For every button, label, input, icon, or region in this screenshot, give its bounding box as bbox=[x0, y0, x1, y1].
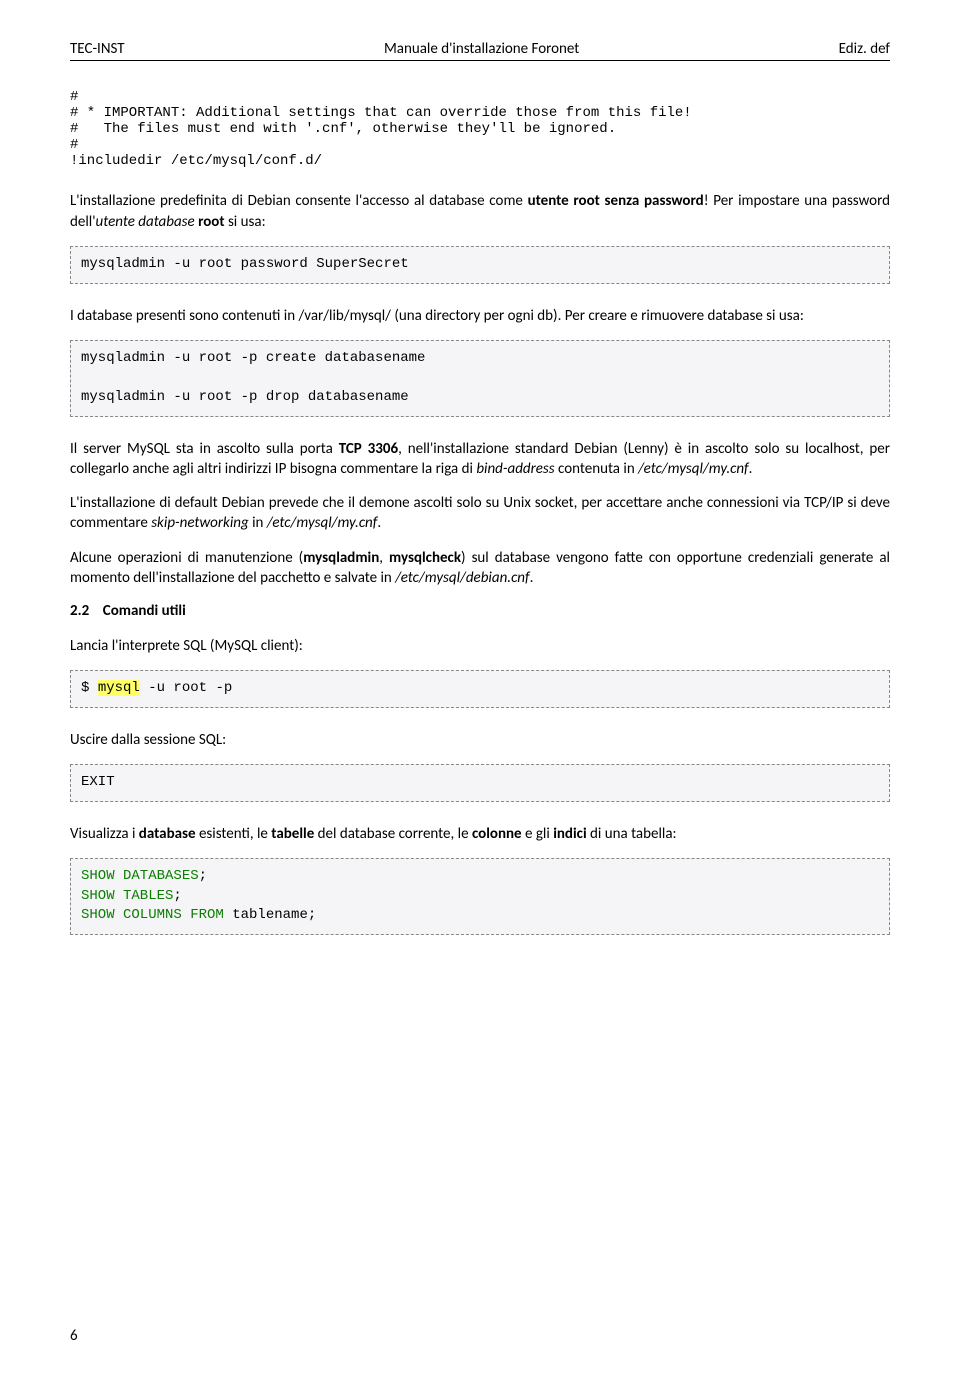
paragraph: Visualizza i database esistenti, le tabe… bbox=[70, 824, 890, 844]
paragraph: Il server MySQL sta in ascolto sulla por… bbox=[70, 439, 890, 480]
code-text: $ bbox=[81, 680, 98, 696]
section-heading: 2.2 Comandi utili bbox=[70, 602, 890, 620]
code-text: EXIT bbox=[81, 774, 115, 790]
header-center: Manuale d'installazione Foronet bbox=[125, 40, 839, 58]
text-italic: utente database bbox=[96, 213, 195, 231]
code-keyword: SHOW DATABASES bbox=[81, 868, 199, 884]
code-text: -u root -p bbox=[140, 680, 232, 696]
text: . bbox=[377, 514, 381, 532]
code-lines: mysqladmin -u root -p create databasenam… bbox=[81, 350, 425, 405]
text: e gli bbox=[522, 825, 554, 843]
text: Alcune operazioni di manutenzione ( bbox=[70, 549, 303, 567]
text: Il server MySQL sta in ascolto sulla por… bbox=[70, 440, 339, 458]
code-block: mysqladmin -u root -p create databasenam… bbox=[70, 340, 890, 417]
code-text-highlight: mysql bbox=[98, 680, 140, 696]
text-bold: indici bbox=[553, 825, 586, 843]
text-bold: database bbox=[139, 825, 196, 843]
code-text: tablename bbox=[224, 907, 308, 923]
text: L'installazione predefinita di Debian co… bbox=[70, 192, 528, 210]
text: Visualizza i bbox=[70, 825, 139, 843]
paragraph: L'installazione di default Debian preved… bbox=[70, 493, 890, 534]
page-number: 6 bbox=[70, 1327, 78, 1345]
code-keyword: SHOW TABLES bbox=[81, 888, 173, 904]
code-keyword: SHOW COLUMNS FROM bbox=[81, 907, 224, 923]
text: contenuta in bbox=[555, 460, 638, 478]
header-left: TEC-INST bbox=[70, 40, 125, 58]
code-semicolon: ; bbox=[308, 907, 316, 923]
text-italic: skip-networking bbox=[151, 514, 248, 532]
text-bold: root bbox=[198, 213, 224, 231]
section-title: Comandi utili bbox=[103, 602, 186, 620]
text: , bbox=[379, 549, 389, 567]
text-bold: colonne bbox=[472, 825, 522, 843]
header-underline bbox=[70, 60, 890, 61]
text-bold: utente root senza password bbox=[528, 192, 704, 210]
paragraph: Alcune operazioni di manutenzione (mysql… bbox=[70, 548, 890, 589]
text: . bbox=[749, 460, 753, 478]
text-bold: TCP 3306 bbox=[339, 440, 398, 458]
paragraph: Lancia l'interprete SQL (MySQL client): bbox=[70, 636, 890, 656]
code-line: mysqladmin -u root password SuperSecret bbox=[81, 256, 409, 272]
text: del database corrente, le bbox=[314, 825, 472, 843]
section-number: 2.2 bbox=[70, 602, 89, 620]
page-header: TEC-INST Manuale d'installazione Foronet… bbox=[70, 40, 890, 58]
text: . bbox=[530, 569, 534, 587]
paragraph: L'installazione predefinita di Debian co… bbox=[70, 191, 890, 232]
paragraph: Uscire dalla sessione SQL: bbox=[70, 730, 890, 750]
text-italic: /etc/mysql/my.cnf bbox=[267, 514, 378, 532]
code-semicolon: ; bbox=[199, 868, 207, 884]
header-right: Ediz. def bbox=[839, 40, 890, 58]
text-bold: mysqladmin bbox=[303, 549, 379, 567]
code-block: $ mysql -u root -p bbox=[70, 670, 890, 708]
code-block: mysqladmin -u root password SuperSecret bbox=[70, 246, 890, 284]
text: Uscire dalla sessione SQL: bbox=[70, 731, 226, 749]
text-bold: mysqlcheck bbox=[389, 549, 461, 567]
text-italic: /etc/mysql/my.cnf bbox=[638, 460, 749, 478]
text-italic: /etc/mysql/debian.cnf bbox=[395, 569, 529, 587]
text: esistenti, le bbox=[196, 825, 272, 843]
code-block-config: # # * IMPORTANT: Additional settings tha… bbox=[70, 89, 890, 169]
text-bold: tabelle bbox=[271, 825, 314, 843]
code-block: SHOW DATABASES; SHOW TABLES; SHOW COLUMN… bbox=[70, 858, 890, 935]
code-block: EXIT bbox=[70, 764, 890, 802]
text-italic: bind-address bbox=[476, 460, 554, 478]
paragraph: I database presenti sono contenuti in /v… bbox=[70, 306, 890, 326]
text: si usa: bbox=[225, 213, 266, 231]
page: TEC-INST Manuale d'installazione Foronet… bbox=[0, 0, 960, 1373]
text: in bbox=[249, 514, 267, 532]
text: di una tabella: bbox=[587, 825, 677, 843]
code-semicolon: ; bbox=[173, 888, 181, 904]
text: Lancia l'interprete SQL (MySQL client): bbox=[70, 637, 303, 655]
text: I database presenti sono contenuti in /v… bbox=[70, 307, 804, 325]
